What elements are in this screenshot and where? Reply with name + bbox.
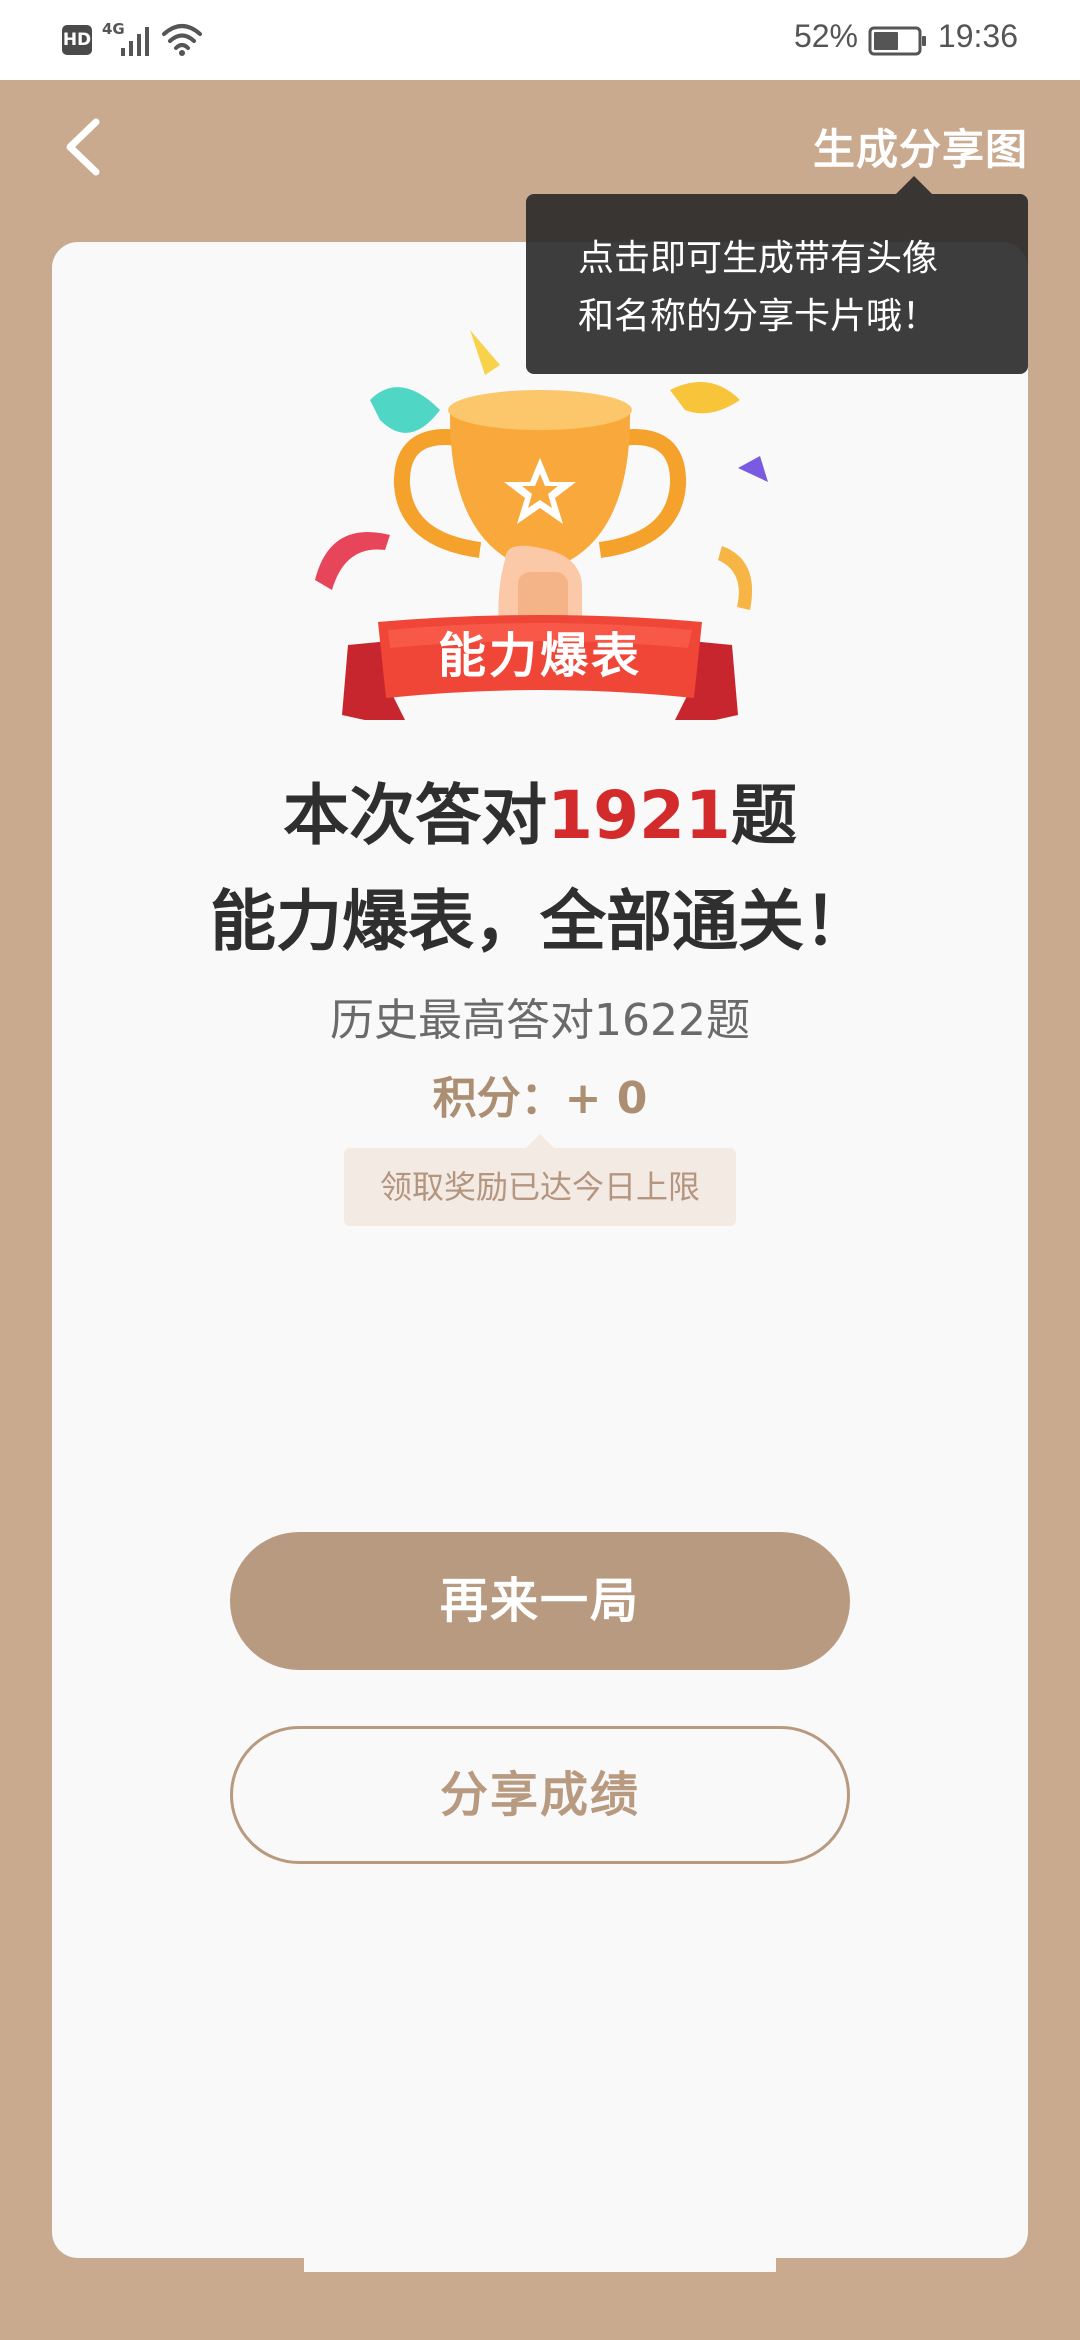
- share-tooltip: 点击即可生成带有头像 和名称的分享卡片哦！: [526, 176, 1028, 374]
- reward-limit-note: 领取奖励已达今日上限: [344, 1134, 736, 1226]
- wifi-icon: [162, 24, 202, 56]
- hd-badge: HD: [62, 25, 92, 55]
- headline-suffix: 题: [730, 777, 797, 854]
- clock: 19:36: [937, 18, 1018, 54]
- headline-prefix: 本次答对: [283, 777, 548, 854]
- generate-share-image-button[interactable]: 生成分享图: [813, 116, 1028, 177]
- chevron-left-icon: [66, 118, 100, 176]
- confetti-yellow-top: [470, 330, 500, 375]
- confetti-teal: [370, 387, 440, 433]
- card-bottom-tab: [304, 2250, 776, 2272]
- confetti-orange: [718, 546, 753, 610]
- achievement-badge-label: 能力爆表: [437, 628, 642, 684]
- confetti-red: [315, 532, 390, 590]
- confetti-yellow-right: [670, 382, 740, 414]
- tooltip-line-2: 和名称的分享卡片哦！: [578, 296, 939, 337]
- history-best-score: 历史最高答对1622题: [330, 995, 750, 1046]
- battery-percent: 52%: [793, 18, 858, 54]
- points-earned: 积分：+ 0: [432, 1073, 648, 1124]
- result-headline: 本次答对1921题: [0, 762, 1080, 858]
- battery-icon: [868, 26, 926, 56]
- back-button[interactable]: [56, 112, 116, 182]
- play-again-button[interactable]: 再来一局: [230, 1532, 850, 1670]
- result-subheadline: 能力爆表，全部通关！: [210, 883, 870, 960]
- confetti-purple: [738, 456, 768, 482]
- correct-count: 1921: [547, 777, 731, 854]
- tooltip-line-1: 点击即可生成带有头像: [578, 238, 939, 279]
- signal-icon: [121, 27, 149, 56]
- share-score-button[interactable]: 分享成绩: [230, 1726, 850, 1864]
- status-bar: HD 4G 52% 19:36: [0, 0, 1080, 80]
